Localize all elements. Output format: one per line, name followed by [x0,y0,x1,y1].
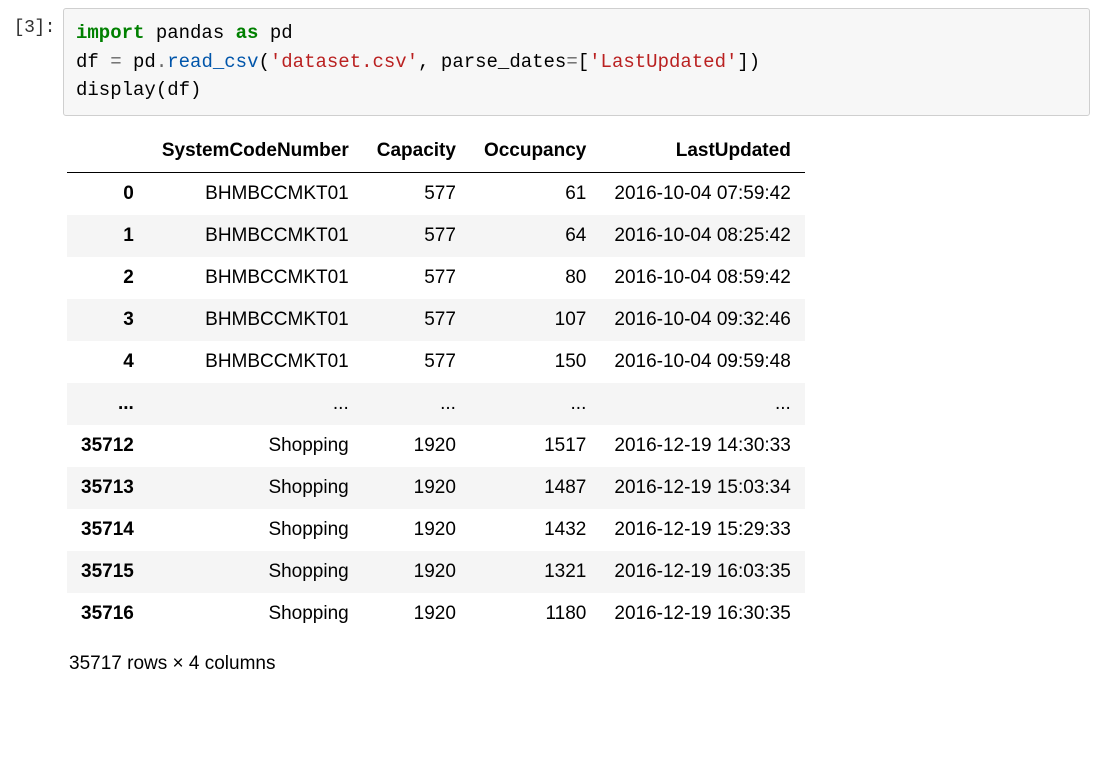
code-token: ) [749,51,760,73]
cell: Shopping [148,467,363,509]
code-token: ( [258,51,269,73]
cell: ... [470,383,600,425]
cell: 1487 [470,467,600,509]
cell: BHMBCCMKT01 [148,341,363,383]
cell: 1920 [363,467,470,509]
dataframe-table: SystemCodeNumber Capacity Occupancy Last… [67,130,805,635]
code-token: 'dataset.csv' [270,51,418,73]
cell: 1517 [470,425,600,467]
code-token: pd [122,51,156,73]
table-row: ............... [67,383,805,425]
row-index: 35713 [67,467,148,509]
cell: 577 [363,257,470,299]
cell-body: import pandas as pd df = pd.read_csv('da… [63,8,1090,675]
cell: 80 [470,257,600,299]
code-token: = [110,51,121,73]
cell: BHMBCCMKT01 [148,172,363,215]
col-header: Occupancy [470,130,600,173]
table-row: 2BHMBCCMKT01577802016-10-04 08:59:42 [67,257,805,299]
col-header: Capacity [363,130,470,173]
row-index: 3 [67,299,148,341]
cell: 2016-10-04 09:59:48 [600,341,804,383]
row-index: 35712 [67,425,148,467]
cell: BHMBCCMKT01 [148,215,363,257]
code-token: pandas [144,22,235,44]
notebook-cell: [3]: import pandas as pd df = pd.read_cs… [0,0,1100,675]
code-token: read_csv [167,51,258,73]
output-area: SystemCodeNumber Capacity Occupancy Last… [63,116,1090,675]
table-row: 35714Shopping192014322016-12-19 15:29:33 [67,509,805,551]
row-index: 0 [67,172,148,215]
cell: 2016-12-19 15:29:33 [600,509,804,551]
table-row: 0BHMBCCMKT01577612016-10-04 07:59:42 [67,172,805,215]
cell: 577 [363,172,470,215]
cell: 1920 [363,509,470,551]
cell: 2016-12-19 15:03:34 [600,467,804,509]
cell: 61 [470,172,600,215]
cell: 2016-10-04 08:25:42 [600,215,804,257]
cell: ... [600,383,804,425]
cell: 2016-12-19 16:03:35 [600,551,804,593]
dataframe-shape-caption: 35717 rows × 4 columns [63,635,1090,675]
cell: 1920 [363,593,470,635]
code-input[interactable]: import pandas as pd df = pd.read_csv('da… [63,8,1090,116]
cell: BHMBCCMKT01 [148,299,363,341]
cell: 577 [363,299,470,341]
cell: 1321 [470,551,600,593]
table-row: 1BHMBCCMKT01577642016-10-04 08:25:42 [67,215,805,257]
col-header: LastUpdated [600,130,804,173]
cell: ... [363,383,470,425]
cell: 1920 [363,425,470,467]
table-row: 35716Shopping192011802016-12-19 16:30:35 [67,593,805,635]
cell: 2016-10-04 07:59:42 [600,172,804,215]
table-row: 4BHMBCCMKT015771502016-10-04 09:59:48 [67,341,805,383]
cell: 577 [363,215,470,257]
code-token: [ [578,51,589,73]
row-index: 35714 [67,509,148,551]
code-token: ] [737,51,748,73]
cell: 1180 [470,593,600,635]
table-row: 35712Shopping192015172016-12-19 14:30:33 [67,425,805,467]
cell: Shopping [148,551,363,593]
cell: 150 [470,341,600,383]
index-header [67,130,148,173]
code-token: . [156,51,167,73]
code-token: display(df) [76,79,201,101]
cell: 1432 [470,509,600,551]
code-token: = [566,51,577,73]
cell: 2016-12-19 16:30:35 [600,593,804,635]
row-index: 4 [67,341,148,383]
cell: 1920 [363,551,470,593]
input-prompt: [3]: [0,8,63,38]
code-token: import [76,22,144,44]
code-token: df [76,51,110,73]
table-row: 3BHMBCCMKT015771072016-10-04 09:32:46 [67,299,805,341]
row-index: 1 [67,215,148,257]
cell: Shopping [148,509,363,551]
row-index: ... [67,383,148,425]
table-row: 35713Shopping192014872016-12-19 15:03:34 [67,467,805,509]
col-header: SystemCodeNumber [148,130,363,173]
cell: Shopping [148,593,363,635]
row-index: 35716 [67,593,148,635]
code-token: 'LastUpdated' [589,51,737,73]
row-index: 2 [67,257,148,299]
table-header: SystemCodeNumber Capacity Occupancy Last… [67,130,805,173]
cell: Shopping [148,425,363,467]
cell: BHMBCCMKT01 [148,257,363,299]
table-row: 35715Shopping192013212016-12-19 16:03:35 [67,551,805,593]
code-token: pd [258,22,292,44]
code-token: as [236,22,259,44]
cell: 2016-10-04 08:59:42 [600,257,804,299]
cell: 577 [363,341,470,383]
row-index: 35715 [67,551,148,593]
table-body: 0BHMBCCMKT01577612016-10-04 07:59:421BHM… [67,172,805,635]
cell: 107 [470,299,600,341]
cell: 2016-12-19 14:30:33 [600,425,804,467]
cell: 2016-10-04 09:32:46 [600,299,804,341]
cell: ... [148,383,363,425]
code-token: , parse_dates [418,51,566,73]
cell: 64 [470,215,600,257]
